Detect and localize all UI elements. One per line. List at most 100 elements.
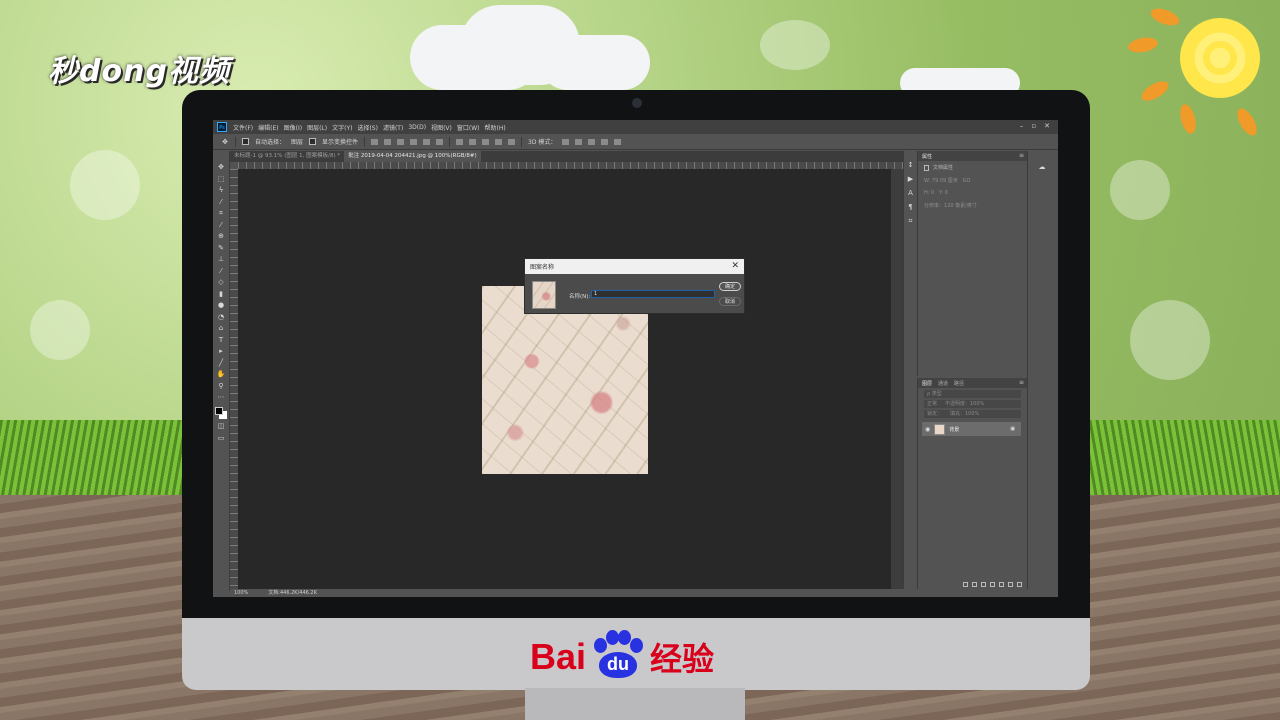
3d-slide-icon[interactable] <box>601 138 609 145</box>
show-transform-checkbox[interactable] <box>309 138 317 145</box>
layer-row[interactable]: ◉ 背景 ▣ <box>922 422 1021 436</box>
align-center-icon[interactable] <box>384 138 392 145</box>
lasso-icon[interactable]: ϟ <box>217 186 225 194</box>
3d-roll-icon[interactable] <box>575 138 583 145</box>
folder-icon[interactable] <box>999 581 1004 587</box>
panel-menu-icon[interactable]: ≡ <box>1019 152 1024 159</box>
minimize-button[interactable]: – <box>1020 122 1024 130</box>
zoom-icon[interactable]: ⚲ <box>217 382 225 390</box>
menu-help[interactable]: 帮助(H) <box>485 123 506 132</box>
dialog-title: 图案名称 <box>530 264 555 271</box>
3d-scale-icon[interactable] <box>614 138 622 145</box>
blend-mode-select[interactable]: 正常 <box>927 401 937 407</box>
gradient-icon[interactable]: ▮ <box>217 290 225 298</box>
pattern-name-input[interactable]: 1 <box>591 290 715 298</box>
menu-edit[interactable]: 编辑(E) <box>258 123 278 132</box>
paragraph-icon[interactable]: ¶ <box>907 203 915 211</box>
more-icon[interactable]: ⋯ <box>217 393 225 401</box>
align-right-icon[interactable] <box>397 138 405 145</box>
cloud-libraries-icon[interactable]: ☁ <box>1038 163 1046 171</box>
history-icon[interactable]: ↕ <box>907 161 915 169</box>
tab-channels[interactable]: 通道 <box>938 380 948 387</box>
align-top-icon[interactable] <box>410 138 418 145</box>
history-brush-icon[interactable]: ⁄ <box>217 267 225 275</box>
ok-button[interactable]: 确定 <box>719 282 741 291</box>
distribute-icon[interactable] <box>508 138 516 145</box>
marquee-icon[interactable]: ⬚ <box>217 175 225 183</box>
tab-paths[interactable]: 路径 <box>954 380 964 387</box>
distribute-icon[interactable] <box>456 138 464 145</box>
new-layer-icon[interactable] <box>1008 581 1013 587</box>
distribute-icon[interactable] <box>469 138 477 145</box>
blur-icon[interactable]: ● <box>217 301 225 309</box>
menu-file[interactable]: 文件(F) <box>233 123 253 132</box>
auto-select-dropdown[interactable]: 图层 <box>291 137 303 146</box>
path-select-icon[interactable]: ▸ <box>217 347 225 355</box>
floral-pattern-image[interactable] <box>482 286 648 474</box>
actions-icon[interactable]: ▶ <box>907 175 915 183</box>
move-tool-icon[interactable]: ✥ <box>221 138 229 146</box>
hand-icon[interactable]: ✋ <box>217 370 226 378</box>
distribute-icon[interactable] <box>495 138 503 145</box>
menu-type[interactable]: 文字(Y) <box>332 123 352 132</box>
align-middle-icon[interactable] <box>423 138 431 145</box>
tab-untitled[interactable]: 未标题-1 @ 93.1% (图层 1, 图案模板/8) * <box>230 151 344 162</box>
sun-ray <box>1233 105 1261 139</box>
align-bottom-icon[interactable] <box>436 138 444 145</box>
brush-icon[interactable]: ✎ <box>217 244 225 252</box>
dodge-icon[interactable]: ◔ <box>217 313 225 321</box>
menu-window[interactable]: 窗口(W) <box>457 123 480 132</box>
layers-tabs: 图层 通道 路径 <box>918 378 1027 388</box>
type-icon[interactable]: T <box>217 336 225 344</box>
3d-drag-icon[interactable] <box>588 138 596 145</box>
screen-mode-icon[interactable]: ▭ <box>217 434 225 442</box>
panel-menu-icon[interactable]: ≡ <box>1019 379 1024 386</box>
foreground-color[interactable] <box>215 406 223 415</box>
color-swatches[interactable] <box>215 406 227 419</box>
pen-icon[interactable]: ⌂ <box>217 324 225 332</box>
menu-image[interactable]: 图像(I) <box>284 123 302 132</box>
vertical-scrollbar[interactable] <box>891 169 903 589</box>
restore-button[interactable]: ▫ <box>1031 122 1036 130</box>
distribute-icon[interactable] <box>482 138 490 145</box>
align-left-icon[interactable] <box>371 138 379 145</box>
close-icon[interactable]: ✕ <box>731 262 739 271</box>
eyedropper-icon[interactable]: ⁄ <box>217 221 225 229</box>
stamp-icon[interactable]: ⊥ <box>217 255 225 263</box>
cancel-button[interactable]: 取消 <box>719 297 741 306</box>
layer-kind-filter[interactable]: ρ 类型 <box>924 390 1021 398</box>
tab-layers[interactable]: 图层 <box>922 380 932 387</box>
zoom-level[interactable]: 100% <box>234 589 248 597</box>
tab-screenshot[interactable]: 批注 2019-04-04 204421.jpg @ 100%(RGB/8#) <box>344 151 481 162</box>
menu-view[interactable]: 视图(V) <box>431 123 452 132</box>
opacity-field[interactable]: 不透明度：100% <box>945 401 984 407</box>
photoshop-window: Ps 文件(F) 编辑(E) 图像(I) 图层(L) 文字(Y) 选择(S) 滤… <box>213 120 1058 597</box>
shape-icon[interactable]: ╱ <box>217 359 225 367</box>
crop-icon[interactable]: ⌗ <box>217 209 225 217</box>
adjustments-icon[interactable]: ⌗ <box>907 217 915 225</box>
character-icon[interactable]: A <box>907 189 915 197</box>
eraser-icon[interactable]: ◇ <box>217 278 225 286</box>
close-button[interactable]: ✕ <box>1044 122 1050 130</box>
layer-style-icon[interactable] <box>972 581 977 587</box>
menu-3d[interactable]: 3D(D) <box>408 124 426 131</box>
link-layers-icon[interactable] <box>963 581 968 587</box>
menu-layer[interactable]: 图层(L) <box>307 123 327 132</box>
3d-rotate-icon[interactable] <box>562 138 570 145</box>
healing-icon[interactable]: ⊕ <box>217 232 225 240</box>
quick-mask-icon[interactable]: ◫ <box>217 422 225 430</box>
menu-filter[interactable]: 滤镜(T) <box>383 123 403 132</box>
eye-icon[interactable]: ◉ <box>925 426 930 433</box>
mask-icon[interactable] <box>981 581 986 587</box>
trash-icon[interactable] <box>1017 581 1022 587</box>
adjustment-layer-icon[interactable] <box>990 581 995 587</box>
menu-select[interactable]: 选择(S) <box>357 123 378 132</box>
properties-panel: 属性 ≡ 文档属性 W: 79.09 厘米 GO H: 0 Y: 0 分辨率：1… <box>917 151 1027 376</box>
move-icon[interactable]: ✥ <box>217 163 225 171</box>
auto-select-checkbox[interactable] <box>242 138 249 145</box>
toolbox: ✥ ⬚ ϟ ⁄ ⌗ ⁄ ⊕ ✎ ⊥ ⁄ ◇ ▮ ● ◔ ⌂ T ▸ ╱ ✋ ⚲ … <box>213 151 230 591</box>
fill-field[interactable]: 填充：100% <box>950 411 979 417</box>
magic-wand-icon[interactable]: ⁄ <box>217 198 225 206</box>
property-height: H: 0 <box>924 190 935 196</box>
tab-properties[interactable]: 属性 <box>922 153 932 160</box>
